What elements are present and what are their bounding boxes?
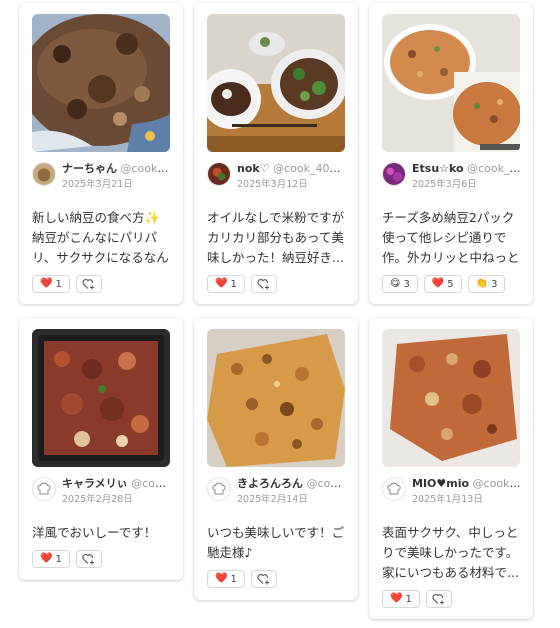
- chef-hat-icon: [387, 482, 401, 495]
- heart-icon: ❤️: [431, 278, 445, 289]
- author-handle: @cook...: [306, 477, 348, 490]
- author-name[interactable]: きよろんろん: [237, 477, 303, 490]
- review-photo[interactable]: [382, 14, 520, 152]
- review-comment[interactable]: いつも美味しいです！ご馳走様♪: [207, 523, 347, 563]
- reaction-heart-button[interactable]: ❤️ 1: [207, 570, 245, 588]
- heart-plus-icon: [432, 594, 445, 605]
- review-photo[interactable]: [207, 329, 345, 467]
- post-date: 2025年3月12日: [237, 179, 308, 190]
- review-card[interactable]: MIO♥mio @cook_4... 2025年1月13日 表面サクサク、中しっ…: [369, 318, 533, 619]
- review-comment[interactable]: 表面サクサク、中しっとりで美味しかったです。家にいつもある材料で...: [382, 523, 522, 583]
- author-name[interactable]: nok♡: [237, 162, 270, 175]
- add-reaction-button[interactable]: [250, 275, 277, 293]
- review-card[interactable]: Etsu☆ko @cook_41... 2025年3月6日 チーズ多め納豆2パッ…: [369, 3, 533, 304]
- avatar[interactable]: [32, 477, 56, 501]
- post-date: 2025年2月14日: [237, 494, 308, 505]
- post-date: 2025年1月13日: [412, 494, 483, 505]
- reaction-bar: ❤️ 1: [207, 275, 345, 293]
- reaction-heart-button[interactable]: ❤️ 1: [32, 550, 70, 568]
- review-photo[interactable]: [32, 329, 170, 467]
- add-reaction-button[interactable]: [250, 570, 277, 588]
- review-photo[interactable]: [382, 329, 520, 467]
- reaction-heart-button[interactable]: ❤️ 5: [423, 275, 462, 293]
- author-handle: @cook_4...: [472, 477, 522, 490]
- reaction-heart-button[interactable]: ❤️ 1: [32, 275, 70, 293]
- reaction-count: 1: [55, 278, 62, 290]
- post-date: 2025年2月28日: [62, 494, 133, 505]
- review-comment[interactable]: 洋風でおいしーです！: [32, 523, 172, 543]
- reaction-count: 1: [230, 573, 237, 585]
- reaction-count: 1: [55, 553, 62, 565]
- heart-icon: ❤️: [215, 278, 228, 289]
- smile-icon: 😋: [390, 278, 401, 289]
- heart-icon: ❤️: [40, 553, 53, 564]
- avatar[interactable]: [382, 162, 406, 186]
- review-photo[interactable]: [32, 14, 170, 152]
- avatar[interactable]: [207, 477, 231, 501]
- reaction-count: 1: [230, 278, 237, 290]
- review-card[interactable]: キャラメリぃ @cook... 2025年2月28日 洋風でおいしーです！ ❤️…: [19, 318, 183, 580]
- reaction-bar: ❤️ 1: [382, 590, 520, 608]
- reaction-count: 5: [447, 278, 454, 290]
- reaction-clap-button[interactable]: 👏 3: [467, 275, 506, 293]
- author-handle: @cook_4...: [120, 162, 173, 175]
- author-name[interactable]: キャラメリぃ: [62, 477, 128, 490]
- post-date: 2025年3月6日: [412, 179, 477, 190]
- review-photo[interactable]: [207, 14, 345, 152]
- review-card[interactable]: nok♡ @cook_4015... 2025年3月12日 オイルなしで米粉です…: [194, 3, 358, 304]
- chef-hat-icon: [37, 482, 51, 495]
- post-date: 2025年3月21日: [62, 179, 133, 190]
- author-name[interactable]: ナーちゃん: [62, 162, 117, 175]
- author-handle: @cook...: [131, 477, 172, 490]
- heart-plus-icon: [82, 554, 95, 565]
- reaction-bar: ❤️ 1: [32, 550, 170, 568]
- reaction-heart-button[interactable]: ❤️ 1: [207, 275, 245, 293]
- heart-plus-icon: [257, 279, 270, 290]
- author-handle: @cook_41...: [467, 162, 522, 175]
- add-reaction-button[interactable]: [75, 275, 102, 293]
- avatar[interactable]: [32, 162, 56, 186]
- avatar[interactable]: [382, 477, 406, 501]
- add-reaction-button[interactable]: [425, 590, 452, 608]
- chef-hat-icon: [212, 482, 226, 495]
- reaction-count: 1: [405, 593, 412, 605]
- review-comment[interactable]: 新しい納豆の食べ方✨納豆がこんなにパリパリ、サクサクになるなんて‼︎...: [32, 208, 172, 268]
- author-name[interactable]: MIO♥mio: [412, 477, 469, 490]
- reaction-count: 3: [403, 278, 410, 290]
- review-comment[interactable]: チーズ多め納豆2パック使って他レシピ通りで作。外カリッと中ねっとり...: [382, 208, 522, 268]
- author-handle: @cook_4015...: [273, 162, 347, 175]
- heart-icon: ❤️: [40, 278, 53, 289]
- reaction-bar: 😋 3 ❤️ 5 👏 3: [382, 275, 520, 293]
- heart-plus-icon: [257, 574, 270, 585]
- avatar[interactable]: [207, 162, 231, 186]
- add-reaction-button[interactable]: [75, 550, 102, 568]
- reaction-heart-button[interactable]: ❤️ 1: [382, 590, 420, 608]
- heart-icon: ❤️: [390, 593, 403, 604]
- reaction-bar: ❤️ 1: [207, 570, 345, 588]
- reaction-yum-button[interactable]: 😋 3: [382, 275, 418, 293]
- heart-plus-icon: [82, 279, 95, 290]
- heart-icon: ❤️: [215, 573, 228, 584]
- clap-icon: 👏: [475, 278, 489, 289]
- review-card[interactable]: きよろんろん @cook... 2025年2月14日 いつも美味しいです！ご馳走…: [194, 318, 358, 600]
- reaction-count: 3: [491, 278, 498, 290]
- author-name[interactable]: Etsu☆ko: [412, 162, 464, 175]
- reaction-bar: ❤️ 1: [32, 275, 170, 293]
- review-comment[interactable]: オイルなしで米粉ですがカリカリ部分もあって美味しかった！納豆好き...: [207, 208, 347, 268]
- review-card[interactable]: ナーちゃん @cook_4... 2025年3月21日 新しい納豆の食べ方✨納豆…: [19, 3, 183, 304]
